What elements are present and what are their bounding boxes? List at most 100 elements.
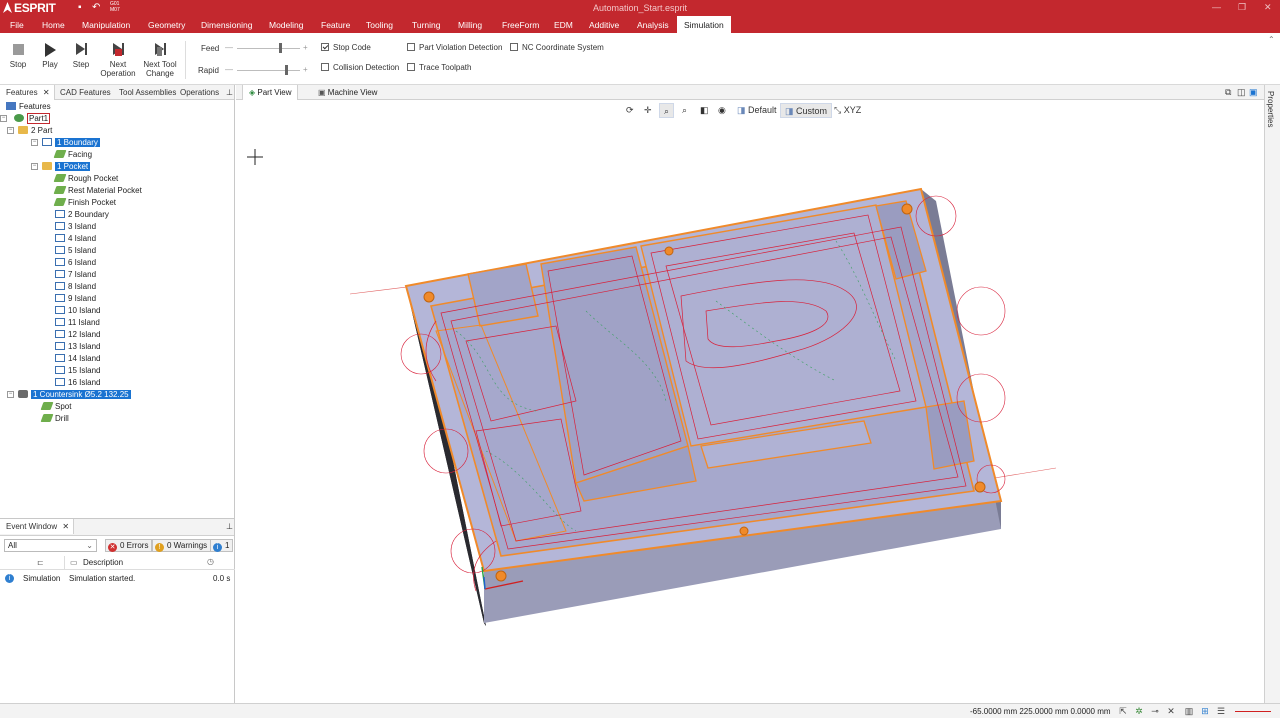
collapse-toggle-icon[interactable]: − [31,163,38,170]
tree-item[interactable]: Features [6,101,51,113]
zoom-window-icon[interactable]: ⌕ [659,103,675,118]
snap-icon[interactable]: ⇱ [1118,706,1128,716]
part-viewport[interactable] [236,101,1264,703]
collision-detection-checkbox[interactable]: Collision Detection [321,63,399,72]
pane-maximize-icon[interactable]: ▣ [1249,87,1258,98]
tree-item[interactable]: 3 Island [55,221,96,233]
menu-file[interactable]: File [10,20,24,30]
menu-turning[interactable]: Turning [412,20,441,30]
close-tab-icon[interactable]: ✕ [62,522,69,531]
menu-home[interactable]: Home [42,20,65,30]
menu-manipulation[interactable]: Manipulation [82,20,130,30]
tree-item[interactable]: Drill [40,413,69,425]
menu-analysis[interactable]: Analysis [637,20,669,30]
warnings-filter-button[interactable]: ! 0 Warnings [152,539,212,552]
feed-slider[interactable] [237,43,300,53]
clock-icon[interactable]: ◷ [207,557,214,566]
tree-item[interactable]: 2 Part [18,125,52,137]
part-violation-detection-checkbox[interactable]: Part Violation Detection [407,43,502,52]
collapse-toggle-icon[interactable]: − [31,139,38,146]
tree-item[interactable]: Facing [53,149,92,161]
collapse-toggle-icon[interactable]: − [7,391,14,398]
default-view-button[interactable]: ◨ Default [737,105,777,116]
tree-item[interactable]: 1 Boundary [42,137,100,149]
tree-item[interactable]: 13 Island [55,341,100,353]
custom-view-button[interactable]: ◨ Custom [780,103,833,118]
pan-icon[interactable]: ✛ [644,105,652,116]
minimize-icon[interactable]: — [1212,2,1221,12]
tree-item[interactable]: 11 Island [55,317,100,329]
play-button[interactable]: Play [38,43,62,69]
menu-dimensioning[interactable]: Dimensioning [201,20,253,30]
tree-item[interactable]: 10 Island [55,305,100,317]
xyz-view-button[interactable]: ⤡ XYZ [834,105,861,116]
menu-additive[interactable]: Additive [589,20,619,30]
tab-cad-features[interactable]: CAD Features [60,88,111,97]
collapse-toggle-icon[interactable]: − [7,127,14,134]
render-mode-icon[interactable]: ◉ [718,105,726,116]
menu-simulation[interactable]: Simulation [677,16,731,33]
tree-item[interactable]: 2 Boundary [55,209,109,221]
trace-toolpath-checkbox[interactable]: Trace Toolpath [407,63,471,72]
nc-coordinate-system-checkbox[interactable]: NC Coordinate System [510,43,604,52]
menu-milling[interactable]: Milling [458,20,482,30]
menu-tooling[interactable]: Tooling [366,20,393,30]
tab-tool-assemblies[interactable]: Tool Assemblies [119,88,176,97]
feed-increase-icon[interactable]: + [303,43,308,52]
rapid-slider-thumb[interactable] [285,65,288,75]
tree-item[interactable]: 14 Island [55,353,100,365]
menu-freeform[interactable]: FreeForm [502,20,539,30]
tree-item[interactable]: Rough Pocket [53,173,118,185]
restore-icon[interactable]: ❐ [1238,2,1246,13]
tree-item[interactable]: 16 Island [55,377,100,389]
tree-item[interactable]: 4 Island [55,233,96,245]
tab-machine-view[interactable]: ▣ Machine View [312,85,383,100]
close-tab-icon[interactable]: ✕ [43,88,50,97]
rotate-icon[interactable]: ⟳ [626,105,634,116]
next-tool-change-button[interactable]: Next Tool Change [141,43,179,78]
feed-decrease-icon[interactable]: — [225,43,233,52]
tree-item[interactable]: 15 Island [55,365,100,377]
cancel-icon[interactable]: ✕ [1166,706,1176,716]
close-window-icon[interactable]: ✕ [1264,2,1272,13]
grid-icon[interactable]: ▥ [1184,706,1194,716]
pane-restore-icon[interactable]: ⧉ [1225,87,1231,98]
tab-features[interactable]: Features ✕ [0,85,55,100]
collapse-ribbon-icon[interactable]: ⌃ [1268,35,1275,44]
source-column-icon[interactable]: ⊏ [37,558,44,567]
menu-feature[interactable]: Feature [321,20,350,30]
tree-item[interactable]: Rest Material Pocket [53,185,142,197]
pin-icon[interactable]: ⊥ [226,88,233,97]
step-button[interactable]: Step [69,43,93,69]
pin-icon[interactable]: ⊥ [226,522,233,531]
tab-operations[interactable]: Operations [180,88,219,97]
tree-item[interactable]: Part1 [14,113,51,125]
properties-sidebar[interactable]: Properties [1264,85,1280,703]
collapse-toggle-icon[interactable]: − [0,115,7,122]
filter-icon[interactable]: ⊞ [1200,706,1210,716]
tree-item[interactable]: 8 Island [55,281,96,293]
workplane-icon[interactable]: ⊸ [1150,706,1160,716]
pane-split-icon[interactable]: ◫ [1237,87,1246,98]
tree-item[interactable]: 1 Pocket [42,161,91,173]
tree-item[interactable]: 9 Island [55,293,96,305]
tree-item[interactable]: Finish Pocket [53,197,116,209]
errors-filter-button[interactable]: ✕ 0 Errors [105,539,153,552]
rapid-slider[interactable] [237,65,300,75]
description-column-header[interactable]: Description [83,558,123,567]
table-row[interactable]: i Simulation Simulation started. 0.0 s [0,571,235,587]
tree-item[interactable]: 7 Island [55,269,96,281]
menu-modeling[interactable]: Modeling [269,20,304,30]
line-style-icon[interactable] [1235,711,1271,712]
feed-slider-thumb[interactable] [279,43,282,53]
rapid-decrease-icon[interactable]: — [225,65,233,74]
rapid-increase-icon[interactable]: + [303,65,308,74]
layers-icon[interactable]: ☰ [1216,706,1226,716]
stop-code-checkbox[interactable]: Stop Code [321,43,371,52]
menu-geometry[interactable]: Geometry [148,20,185,30]
next-operation-button[interactable]: Next Operation [98,43,138,78]
stop-button[interactable]: Stop [6,43,30,69]
tab-event-window[interactable]: Event Window ✕ [0,519,75,534]
tree-item[interactable]: 5 Island [55,245,96,257]
display-options-icon[interactable]: ✲ [1134,706,1144,716]
